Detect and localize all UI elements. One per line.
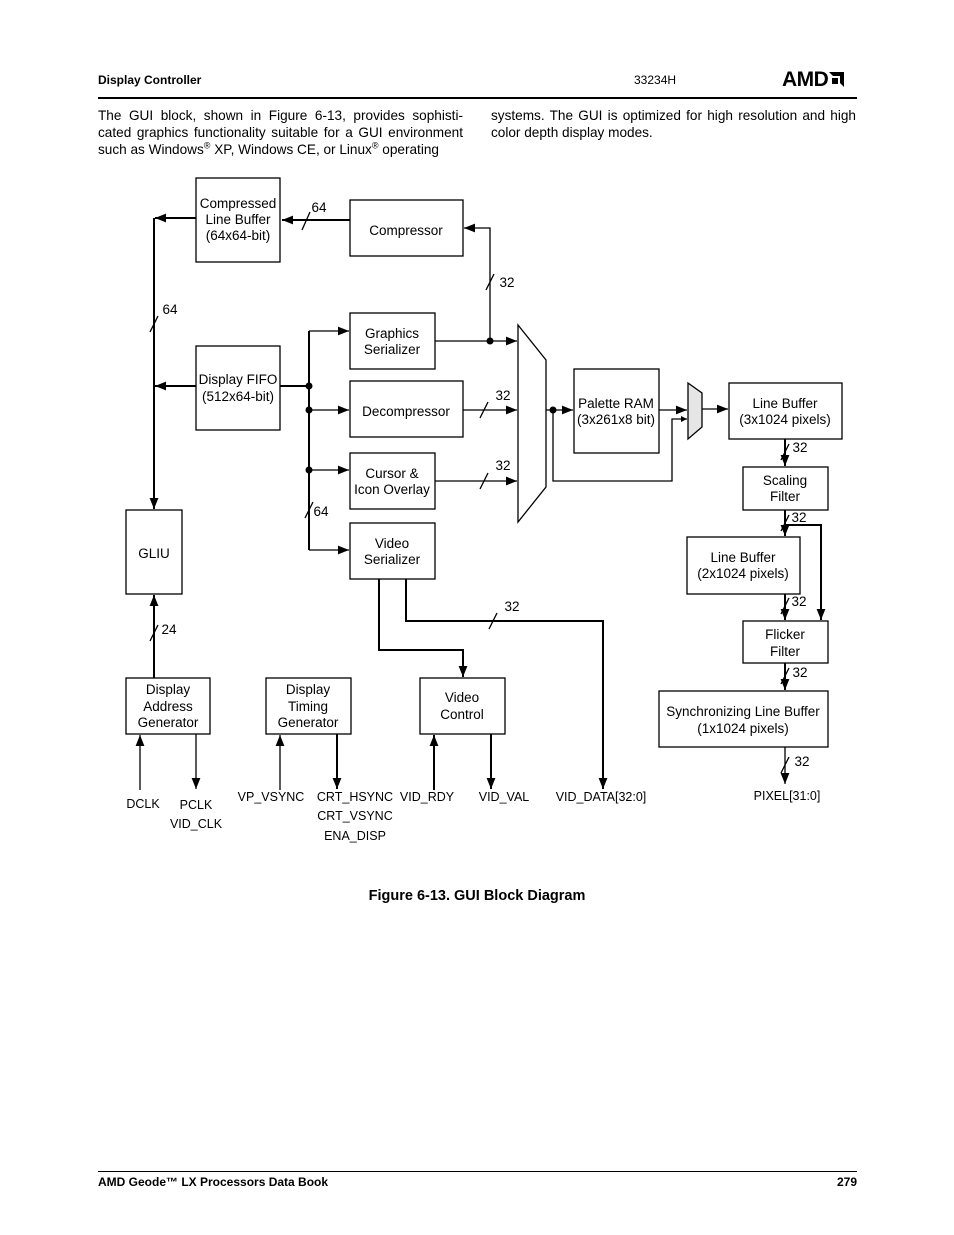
signal-label: DCLK xyxy=(126,797,160,811)
block-line-buffer-3x1024: Line Buffer (3x1024 pixels) xyxy=(728,382,843,440)
bus-width: 32 xyxy=(792,665,807,680)
block-video-control: Video Control xyxy=(419,677,506,735)
block-display-address-generator: Display Address Generator xyxy=(125,677,211,735)
block-synchronizing-line-buffer: Synchronizing Line Buffer (1x1024 pixels… xyxy=(658,690,829,748)
block-display-fifo: Display FIFO (512x64-bit) xyxy=(195,345,281,431)
block-label: Generator xyxy=(278,715,339,730)
bus-width: 64 xyxy=(162,302,178,317)
bus-width: 32 xyxy=(792,440,807,455)
block-palette-ram: Palette RAM (3x261x8 bit) xyxy=(573,368,660,454)
output-multiplexer xyxy=(687,381,703,441)
block-label: Compressor xyxy=(369,223,443,238)
bus-width: 32 xyxy=(499,275,514,290)
block-label: Decompressor xyxy=(362,404,450,419)
signal-label: ENA_DISP xyxy=(324,829,386,843)
block-label: Serializer xyxy=(364,552,421,567)
block-label: (1x1024 pixels) xyxy=(697,721,789,736)
signal-label: CRT_HSYNC xyxy=(317,790,393,804)
block-label: Synchronizing Line Buffer xyxy=(666,704,820,719)
block-label: Icon Overlay xyxy=(354,482,430,497)
bus-width: 32 xyxy=(504,599,519,614)
block-label: Cursor & xyxy=(365,466,418,481)
bus-width: 32 xyxy=(495,458,510,473)
figure-caption: Figure 6-13. GUI Block Diagram xyxy=(368,888,586,904)
block-label: (64x64-bit) xyxy=(206,228,271,243)
block-cursor-icon-overlay: Cursor & Icon Overlay xyxy=(349,452,436,510)
block-label: Display FIFO xyxy=(199,372,278,387)
block-label: Control xyxy=(440,707,484,722)
main-multiplexer xyxy=(517,323,547,524)
block-label: Video xyxy=(445,690,479,705)
block-label: Generator xyxy=(138,715,199,730)
block-label: Line Buffer xyxy=(752,396,818,411)
page-number: 279 xyxy=(836,1175,857,1189)
block-gliu: GLIU xyxy=(125,509,183,595)
bus-width: 32 xyxy=(794,754,809,769)
bus-width: 64 xyxy=(313,504,329,519)
signal-label: VP_VSYNC xyxy=(238,790,305,804)
bus-width: 32 xyxy=(495,388,510,403)
block-label: GLIU xyxy=(138,546,170,561)
footer-book-title: AMD Geode™ LX Processors Data Book xyxy=(98,1175,329,1189)
block-label: Display xyxy=(146,682,191,697)
block-label: Display xyxy=(286,682,331,697)
bus-width: 32 xyxy=(791,510,806,525)
block-label: Address xyxy=(143,699,193,714)
signal-labels: DCLK PCLK VID_CLK VP_VSYNC CRT_HSYNC CRT… xyxy=(126,789,820,843)
block-label: Timing xyxy=(288,699,328,714)
block-label: Serializer xyxy=(364,342,421,357)
footer-rule xyxy=(98,1171,857,1172)
block-decompressor: Decompressor xyxy=(349,380,464,438)
signal-label: VID_DATA[32:0] xyxy=(556,790,647,804)
block-label: Video xyxy=(375,536,409,551)
bus-width: 64 xyxy=(311,200,327,215)
block-label: Line Buffer xyxy=(205,212,271,227)
block-label: Filter xyxy=(770,489,801,504)
block-label: (512x64-bit) xyxy=(202,389,274,404)
block-video-serializer: Video Serializer xyxy=(349,522,436,580)
gui-block-diagram: Compressed Line Buffer (64x64-bit) Compr… xyxy=(125,177,843,843)
block-label: Scaling xyxy=(763,473,807,488)
signal-label: PIXEL[31:0] xyxy=(754,789,821,803)
signal-label: VID_CLK xyxy=(170,817,223,831)
block-label: Filter xyxy=(770,644,801,659)
bus-width: 24 xyxy=(161,622,177,637)
block-label: Flicker xyxy=(765,627,805,642)
block-compressor: Compressor xyxy=(349,199,464,257)
block-label: Compressed xyxy=(200,196,277,211)
block-label: Graphics xyxy=(365,326,419,341)
bus-width: 32 xyxy=(791,594,806,609)
signal-label: PCLK xyxy=(180,798,213,812)
signal-label: VID_RDY xyxy=(400,790,455,804)
block-label: Palette RAM xyxy=(578,396,654,411)
signal-label: VID_VAL xyxy=(479,790,530,804)
signal-label: CRT_VSYNC xyxy=(317,809,392,823)
block-line-buffer-2x1024: Line Buffer (2x1024 pixels) xyxy=(686,536,801,595)
block-label: (3x1024 pixels) xyxy=(739,412,831,427)
block-compressed-line-buffer: Compressed Line Buffer (64x64-bit) xyxy=(195,177,281,263)
block-graphics-serializer: Graphics Serializer xyxy=(349,312,436,370)
block-display-timing-generator: Display Timing Generator xyxy=(265,677,352,735)
block-label: Line Buffer xyxy=(710,550,776,565)
block-scaling-filter: Scaling Filter xyxy=(742,466,829,511)
block-label: (2x1024 pixels) xyxy=(697,566,789,581)
block-label: (3x261x8 bit) xyxy=(577,412,655,427)
block-flicker-filter: Flicker Filter xyxy=(742,620,829,664)
